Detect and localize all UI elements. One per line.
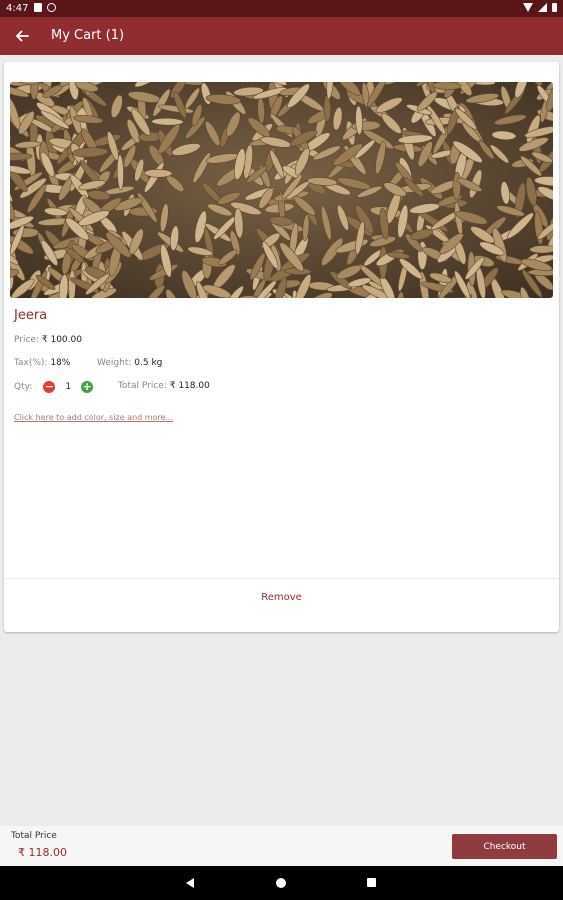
minus-icon: − <box>44 380 54 393</box>
cart-item-card: Jeera Price: ₹ 100.00 Tax(%): 18% Weight… <box>4 62 559 632</box>
weight-value: 0.5 kg <box>134 358 163 368</box>
footer-total-value: ₹ 118.00 <box>18 846 67 859</box>
back-button[interactable] <box>10 24 34 48</box>
item-total-label: Total Price: <box>118 381 167 391</box>
footer-total-label: Total Price <box>11 831 57 841</box>
checkout-footer: Total Price ₹ 118.00 Checkout <box>0 826 563 866</box>
weight-row: Weight: 0.5 kg <box>97 358 162 368</box>
decrease-quantity-button[interactable]: − <box>43 380 56 393</box>
checkout-button[interactable]: Checkout <box>452 834 557 859</box>
item-total-row: Total Price: ₹ 118.00 <box>118 381 210 391</box>
add-options-link[interactable]: Click here to add color, size and more..… <box>14 413 173 422</box>
nav-home-icon[interactable] <box>276 878 286 888</box>
qty-label: Qty: <box>14 382 33 392</box>
page-title: My Cart (1) <box>51 28 125 43</box>
product-name: Jeera <box>14 308 48 323</box>
tax-value: 18% <box>50 358 71 368</box>
sd-card-icon <box>34 3 42 12</box>
price-label: Price: <box>14 335 39 345</box>
nav-recents-icon[interactable] <box>367 878 376 887</box>
nav-back-icon[interactable] <box>186 878 194 888</box>
status-bar: 4:47 <box>0 0 563 17</box>
status-time: 4:47 <box>6 3 29 14</box>
battery-icon <box>552 3 557 12</box>
system-nav-bar <box>0 866 563 900</box>
wifi-icon <box>523 3 533 12</box>
tax-label: Tax(%): <box>14 358 48 368</box>
at-sign-notification-icon <box>47 3 56 12</box>
app-bar: My Cart (1) <box>0 17 563 55</box>
weight-label: Weight: <box>97 358 132 368</box>
price-value: ₹ 100.00 <box>41 335 82 345</box>
price-row: Price: ₹ 100.00 <box>14 335 82 345</box>
quantity-value: 1 <box>65 382 72 392</box>
arrow-left-icon <box>16 30 29 42</box>
tax-row: Tax(%): 18% <box>14 358 70 368</box>
signal-icon <box>538 3 547 12</box>
item-total-value: ₹ 118.00 <box>169 381 210 391</box>
quantity-stepper: Qty: − 1 + <box>14 380 94 393</box>
remove-button[interactable]: Remove <box>4 579 559 615</box>
product-image <box>10 82 553 298</box>
increase-quantity-button[interactable]: + <box>81 380 94 393</box>
plus-icon: + <box>82 380 92 393</box>
